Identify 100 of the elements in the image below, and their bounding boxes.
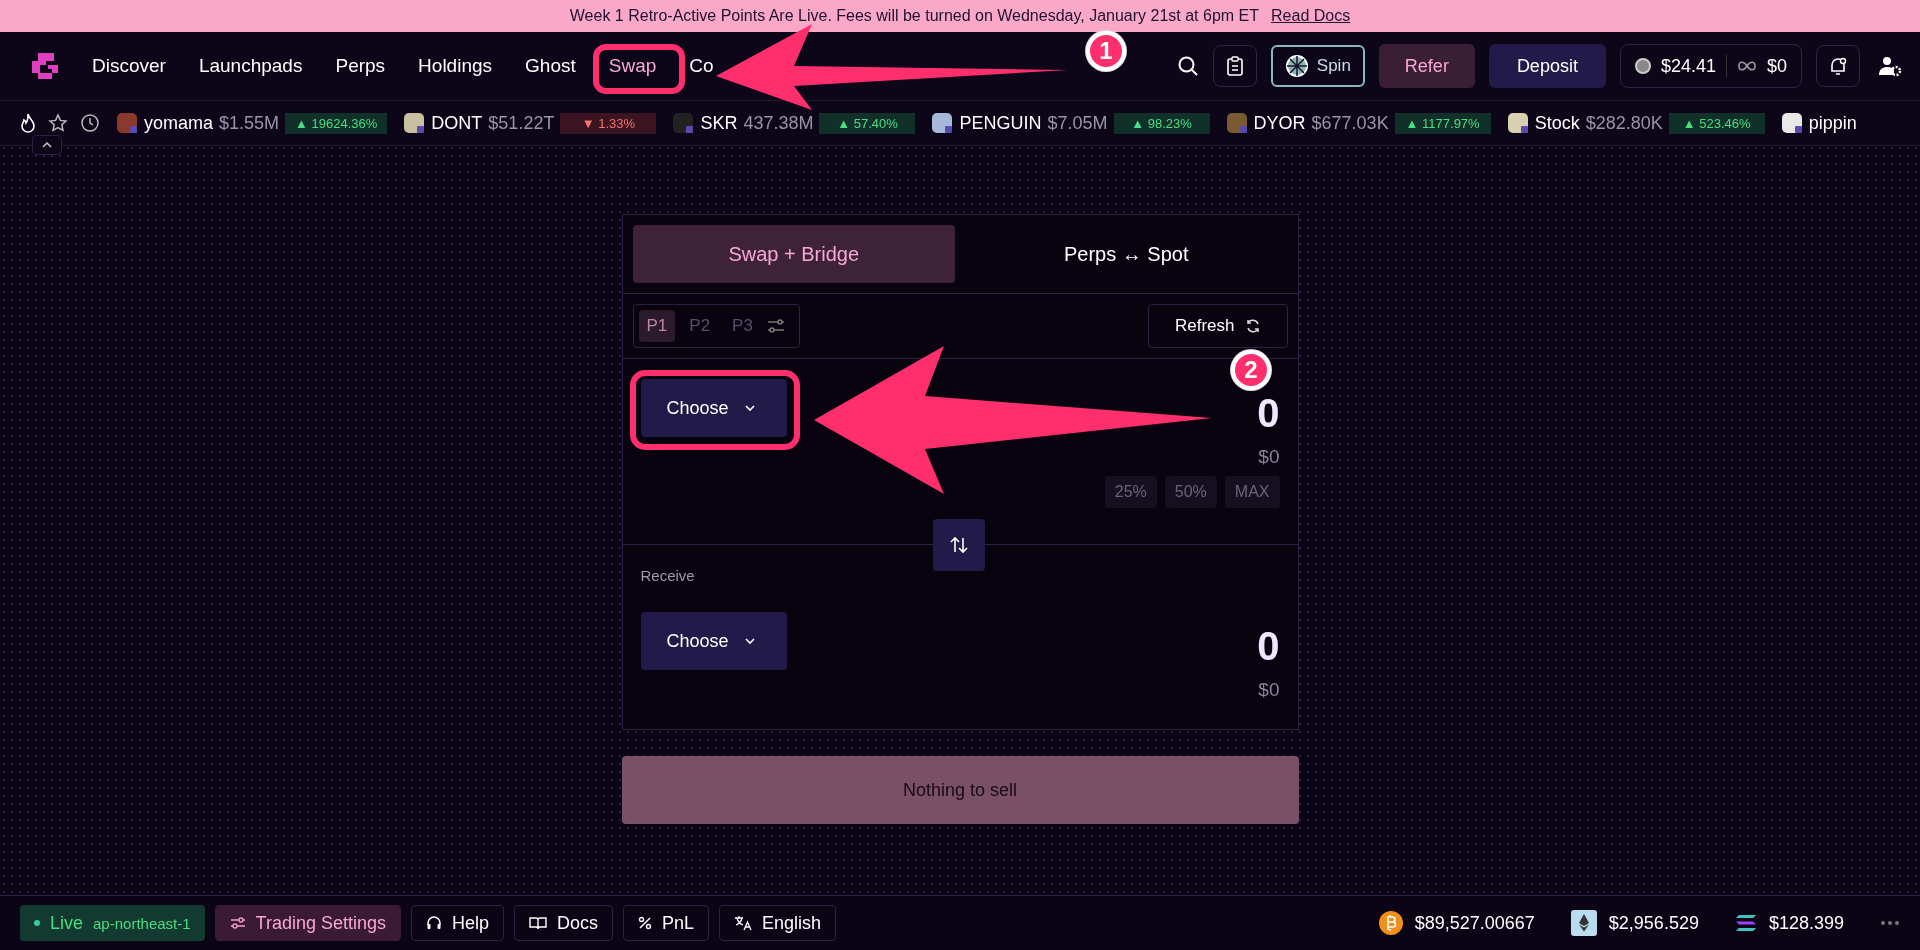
token-price: $1.55M: [219, 112, 280, 134]
infinity-icon: [1736, 60, 1757, 72]
preset-tab[interactable]: P1: [638, 310, 676, 342]
spin-button[interactable]: Spin: [1270, 45, 1365, 87]
price-value: $128.399: [1768, 912, 1844, 934]
flame-icon[interactable]: [20, 113, 36, 133]
status-dot-icon: [34, 920, 40, 926]
price-change-badge: ▼ 1.33%: [560, 112, 657, 134]
deposit-button[interactable]: Deposit: [1488, 44, 1606, 88]
price-change-badge: ▲ 98.23%: [1113, 112, 1210, 134]
clipboard-icon: [1225, 56, 1244, 76]
token-icon: [1506, 112, 1529, 134]
coin-icon: [1734, 914, 1757, 932]
token-name: pippin: [1808, 112, 1857, 134]
swap-arrows-icon: [948, 535, 969, 555]
ticker-item[interactable]: Stock $282.80K ▲ 523.46%: [1506, 112, 1765, 134]
status-bar-button[interactable]: Help: [411, 905, 505, 941]
balance-value: $24.41: [1660, 55, 1716, 77]
token-icon: [116, 112, 138, 134]
token-price: $51.22T: [488, 112, 555, 134]
asset-price[interactable]: $2,956.529: [1570, 910, 1699, 936]
credit-value: $0: [1766, 55, 1787, 77]
banner-text: Week 1 Retro-Active Points Are Live. Fees will be turned on Wednesday, January 21st at 6pm ET: [569, 7, 1260, 25]
read-docs-link[interactable]: Read Docs: [1271, 7, 1351, 25]
nav-link[interactable]: Launchpads: [186, 47, 315, 85]
token-price: $677.03K: [1311, 112, 1389, 134]
price-change-badge: ▲ 1177.97%: [1394, 112, 1491, 134]
ticker-item[interactable]: PENGUIN $7.05M ▲ 98.23%: [931, 112, 1210, 134]
token-icon: [1225, 112, 1248, 134]
status-bar-button[interactable]: Trading Settings: [214, 905, 401, 941]
book-icon: [529, 916, 548, 930]
price-value: $89,527.00667: [1414, 912, 1535, 934]
usd-value: $0: [1258, 679, 1280, 701]
token-icon: [672, 112, 695, 134]
price-value: $2,956.529: [1608, 912, 1699, 934]
search-icon[interactable]: [1176, 55, 1199, 77]
token-name: DONT: [431, 112, 483, 134]
chevron-down-icon: [742, 403, 757, 413]
translate-icon: [734, 915, 753, 931]
token-icon: [1780, 112, 1803, 134]
amount-value: 0: [1257, 391, 1280, 436]
sliders-icon[interactable]: [766, 318, 785, 334]
token-icon: [403, 112, 426, 134]
logo-icon[interactable]: [30, 51, 60, 81]
token-price: 437.38M: [743, 112, 814, 134]
swap-tab[interactable]: Perps ↔ Spot: [965, 225, 1288, 283]
star-icon[interactable]: [48, 113, 68, 133]
price-change-badge: ▲ 523.46%: [1668, 112, 1765, 134]
chevron-down-icon: [742, 636, 757, 646]
more-icon[interactable]: [1880, 920, 1900, 926]
nav-link[interactable]: Perps: [323, 47, 398, 85]
asset-price[interactable]: $89,527.00667: [1378, 911, 1535, 935]
nav-link[interactable]: Co: [677, 47, 726, 85]
status-bar-button[interactable]: Docs: [514, 905, 614, 941]
refresh-button[interactable]: Refresh: [1147, 304, 1288, 348]
ticker-item[interactable]: SKR 437.38M ▲ 57.40%: [672, 112, 916, 134]
balance-panel[interactable]: $24.41 $0: [1619, 44, 1802, 88]
region-label: ap-northeast-1: [93, 914, 191, 932]
status-bar-button[interactable]: English: [719, 905, 837, 941]
ticker-item[interactable]: DONT $51.22T ▼ 1.33%: [403, 112, 657, 134]
nav-link[interactable]: Holdings: [406, 47, 505, 85]
token-name: PENGUIN: [959, 112, 1042, 134]
asset-price[interactable]: $128.399: [1734, 912, 1844, 934]
user-settings-icon[interactable]: [1878, 55, 1902, 77]
status-bar-button[interactable]: PnL: [623, 905, 710, 941]
token-price: $7.05M: [1047, 112, 1108, 134]
clock-icon[interactable]: [80, 113, 100, 133]
token-name: yomama: [144, 112, 214, 134]
token-name: Stock: [1534, 112, 1580, 134]
price-change-badge: ▲ 19624.36%: [285, 112, 388, 134]
coin-icon: [1570, 910, 1597, 936]
token-select-button[interactable]: Choose: [640, 379, 787, 437]
token-select-button[interactable]: Choose: [640, 612, 787, 670]
collapse-button[interactable]: [32, 135, 62, 155]
ticker-item[interactable]: pippin: [1780, 112, 1857, 134]
status-label: Live: [50, 912, 84, 934]
price-change-badge: ▲ 57.40%: [819, 112, 916, 134]
nav-link[interactable]: Discover: [80, 47, 178, 85]
token-name: SKR: [700, 112, 738, 134]
token-price: $282.80K: [1585, 112, 1663, 134]
connection-status[interactable]: Live ap-northeast-1: [20, 905, 205, 941]
token-icon: [931, 112, 954, 134]
token-name: DYOR: [1253, 112, 1306, 134]
nav-link[interactable]: Ghost: [513, 47, 588, 85]
chevron-up-icon: [41, 141, 53, 149]
amount-value: 0: [1257, 624, 1280, 669]
headset-icon: [426, 915, 442, 931]
notification-button[interactable]: [1816, 45, 1860, 87]
refer-button[interactable]: Refer: [1378, 44, 1475, 88]
swap-direction-button[interactable]: [932, 519, 985, 571]
wheel-icon: [1284, 54, 1309, 78]
receive-label: Receive: [640, 567, 696, 584]
swap-tab[interactable]: Swap + Bridge: [632, 225, 955, 283]
bell-icon: [1828, 56, 1848, 76]
usd-value: $0: [1258, 446, 1280, 468]
ticker-item[interactable]: yomama $1.55M ▲ 19624.36%: [116, 112, 388, 134]
sliders-icon: [229, 916, 246, 930]
clipboard-button[interactable]: [1212, 45, 1257, 87]
ticker-item[interactable]: DYOR $677.03K ▲ 1177.97%: [1225, 112, 1491, 134]
coin-icon: [1378, 911, 1403, 935]
